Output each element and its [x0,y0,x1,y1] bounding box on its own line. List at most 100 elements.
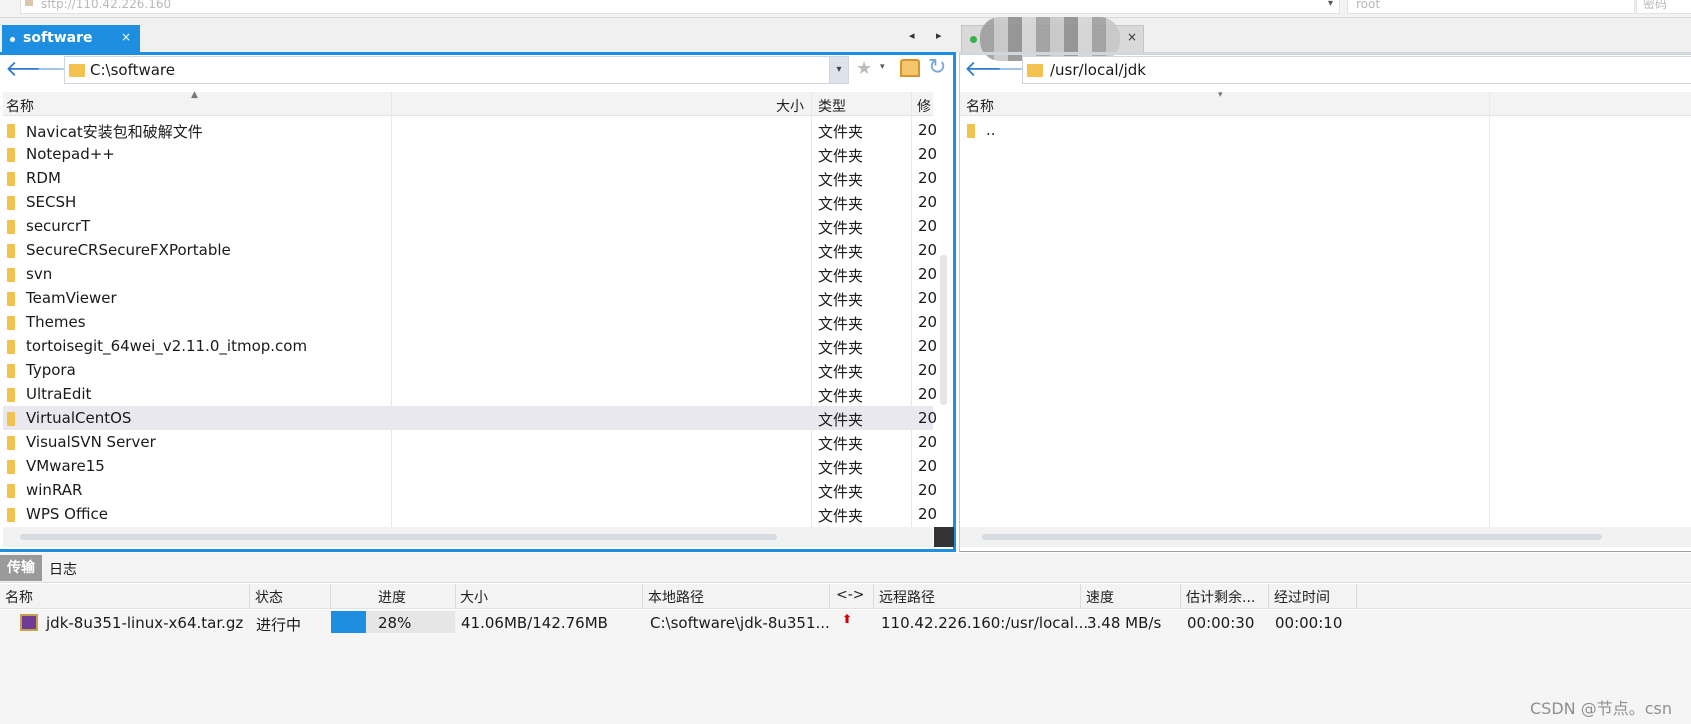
lock-icon [25,0,33,6]
vertical-scrollbar-thumb[interactable] [940,255,947,405]
col-header-speed[interactable]: 速度 [1086,587,1114,607]
file-name: securcrT [26,217,91,235]
refresh-icon[interactable]: ↻ [928,55,946,80]
column-divider [642,584,643,609]
bookmark-dropdown-icon[interactable]: ▾ [880,62,885,72]
folder-icon [7,364,15,378]
file-name: winRAR [26,481,83,499]
tab-scroll-right-icon[interactable]: ▸ [936,29,942,42]
tab-transfer[interactable]: 传输 [0,555,42,581]
col-header-size[interactable]: 大小 [776,96,804,116]
file-type: 文件夹 [818,483,864,501]
col-header-size[interactable]: 大小 [460,587,488,607]
list-item[interactable]: svn 文件夹 20 [3,262,936,286]
list-item-parent-dir[interactable]: .. [963,118,1691,142]
list-item[interactable]: WPS Office 文件夹 20 [3,502,936,526]
file-modified: 20 [918,265,936,283]
folder-icon [7,436,15,450]
horizontal-scrollbar-thumb[interactable] [982,534,1602,540]
transfer-size: 41.06MB/142.76MB [461,614,608,632]
column-divider [1356,584,1357,609]
file-modified: 20 [918,337,936,355]
progress-bar-fill [331,611,366,633]
list-item[interactable]: TeamViewer 文件夹 20 [3,286,936,310]
list-item[interactable]: SECSH 文件夹 20 [3,190,936,214]
file-name: VMware15 [26,457,105,475]
file-modified: 20 [918,457,936,475]
tab-log[interactable]: 日志 [49,559,77,579]
col-header-status[interactable]: 状态 [255,587,283,607]
password-field[interactable]: 密码 [1636,0,1691,14]
list-item[interactable]: tortoisegit_64wei_v2.11.0_itmop.com 文件夹 20 [3,334,936,358]
bookmark-star-icon[interactable]: ★ [856,58,872,79]
col-header-name[interactable]: 名称 [966,96,994,116]
sftp-client-window: sftp://110.42.226.160 ▾ root 密码 software… [0,0,1691,724]
file-modified: 20 [918,361,936,379]
file-type: 文件夹 [818,435,864,453]
folder-icon [7,268,15,282]
list-item[interactable]: securcrT 文件夹 20 [3,214,936,238]
list-item[interactable]: SecureCRSecureFXPortable 文件夹 20 [3,238,936,262]
col-header-local-path[interactable]: 本地路径 [648,587,704,607]
close-tab-icon[interactable]: × [121,30,131,44]
home-icon[interactable] [900,59,920,77]
list-item[interactable]: RDM 文件夹 20 [3,166,936,190]
file-name: Notepad++ [26,145,115,163]
list-item[interactable]: Notepad++ 文件夹 20 [3,142,936,166]
col-header-name[interactable]: 名称 [6,96,34,116]
close-tab-icon[interactable]: × [1127,30,1137,44]
file-name: WPS Office [26,505,108,523]
transfer-file-name[interactable]: jdk-8u351-linux-x64.tar.gz [46,614,243,632]
folder-icon [967,124,975,138]
file-name: tortoisegit_64wei_v2.11.0_itmop.com [26,337,308,355]
col-header-remote-path[interactable]: 远程路径 [879,587,935,607]
list-item-selected[interactable]: VirtualCentOS 文件夹 20 [3,406,936,430]
file-modified: 20 [918,217,936,235]
tab-scroll-left-icon[interactable]: ◂ [909,29,915,42]
file-name: RDM [26,169,61,187]
column-divider [1489,92,1490,530]
folder-icon [7,412,15,426]
col-header-name[interactable]: 名称 [5,587,33,607]
folder-icon [7,460,15,474]
file-type: 文件夹 [818,147,864,165]
col-header-direction[interactable]: <-> [836,587,865,603]
path-dropdown-button[interactable]: ▾ [829,56,849,84]
list-item[interactable]: Themes 文件夹 20 [3,310,936,334]
folder-icon [69,64,85,77]
column-divider [249,584,250,609]
folder-icon [7,292,15,306]
list-item[interactable]: UltraEdit 文件夹 20 [3,382,936,406]
tab-software[interactable]: software [2,25,140,52]
col-header-type[interactable]: 类型 [818,96,846,116]
file-modified: 20 [918,433,936,451]
left-tab-strip [0,18,954,52]
file-type: 文件夹 [818,507,864,525]
file-name: SecureCRSecureFXPortable [26,241,231,259]
file-modified: 20 [918,385,936,403]
file-type: 文件夹 [818,459,864,477]
host-url-field[interactable]: sftp://110.42.226.160 [20,0,1340,14]
sort-ascending-icon: ▲ [191,90,198,100]
transfer-speed: 3.48 MB/s [1087,614,1162,632]
list-item[interactable]: VMware15 文件夹 20 [3,454,936,478]
list-item[interactable]: VisualSVN Server 文件夹 20 [3,430,936,454]
host-dropdown-icon[interactable]: ▾ [1328,0,1333,9]
remote-list-header [960,92,1691,116]
col-header-progress[interactable]: 进度 [378,587,406,607]
username-field[interactable]: root [1347,0,1635,14]
col-header-elapsed[interactable]: 经过时间 [1274,587,1330,607]
file-name: Typora [26,361,76,379]
list-item[interactable]: winRAR 文件夹 20 [3,478,936,502]
folder-icon [7,244,15,258]
transfer-local-path: C:\software\jdk-8u351... [650,614,830,632]
horizontal-scrollbar-thumb[interactable] [20,534,777,540]
local-path-input[interactable] [64,56,830,84]
file-name: VisualSVN Server [26,433,156,451]
file-name: svn [26,265,53,283]
list-item[interactable]: Navicat安装包和破解文件 文件夹 20 [3,118,936,142]
col-header-modified[interactable]: 修 [917,96,931,116]
col-header-eta[interactable]: 估计剩余... [1186,587,1255,607]
list-item[interactable]: Typora 文件夹 20 [3,358,936,382]
column-divider [330,584,331,609]
